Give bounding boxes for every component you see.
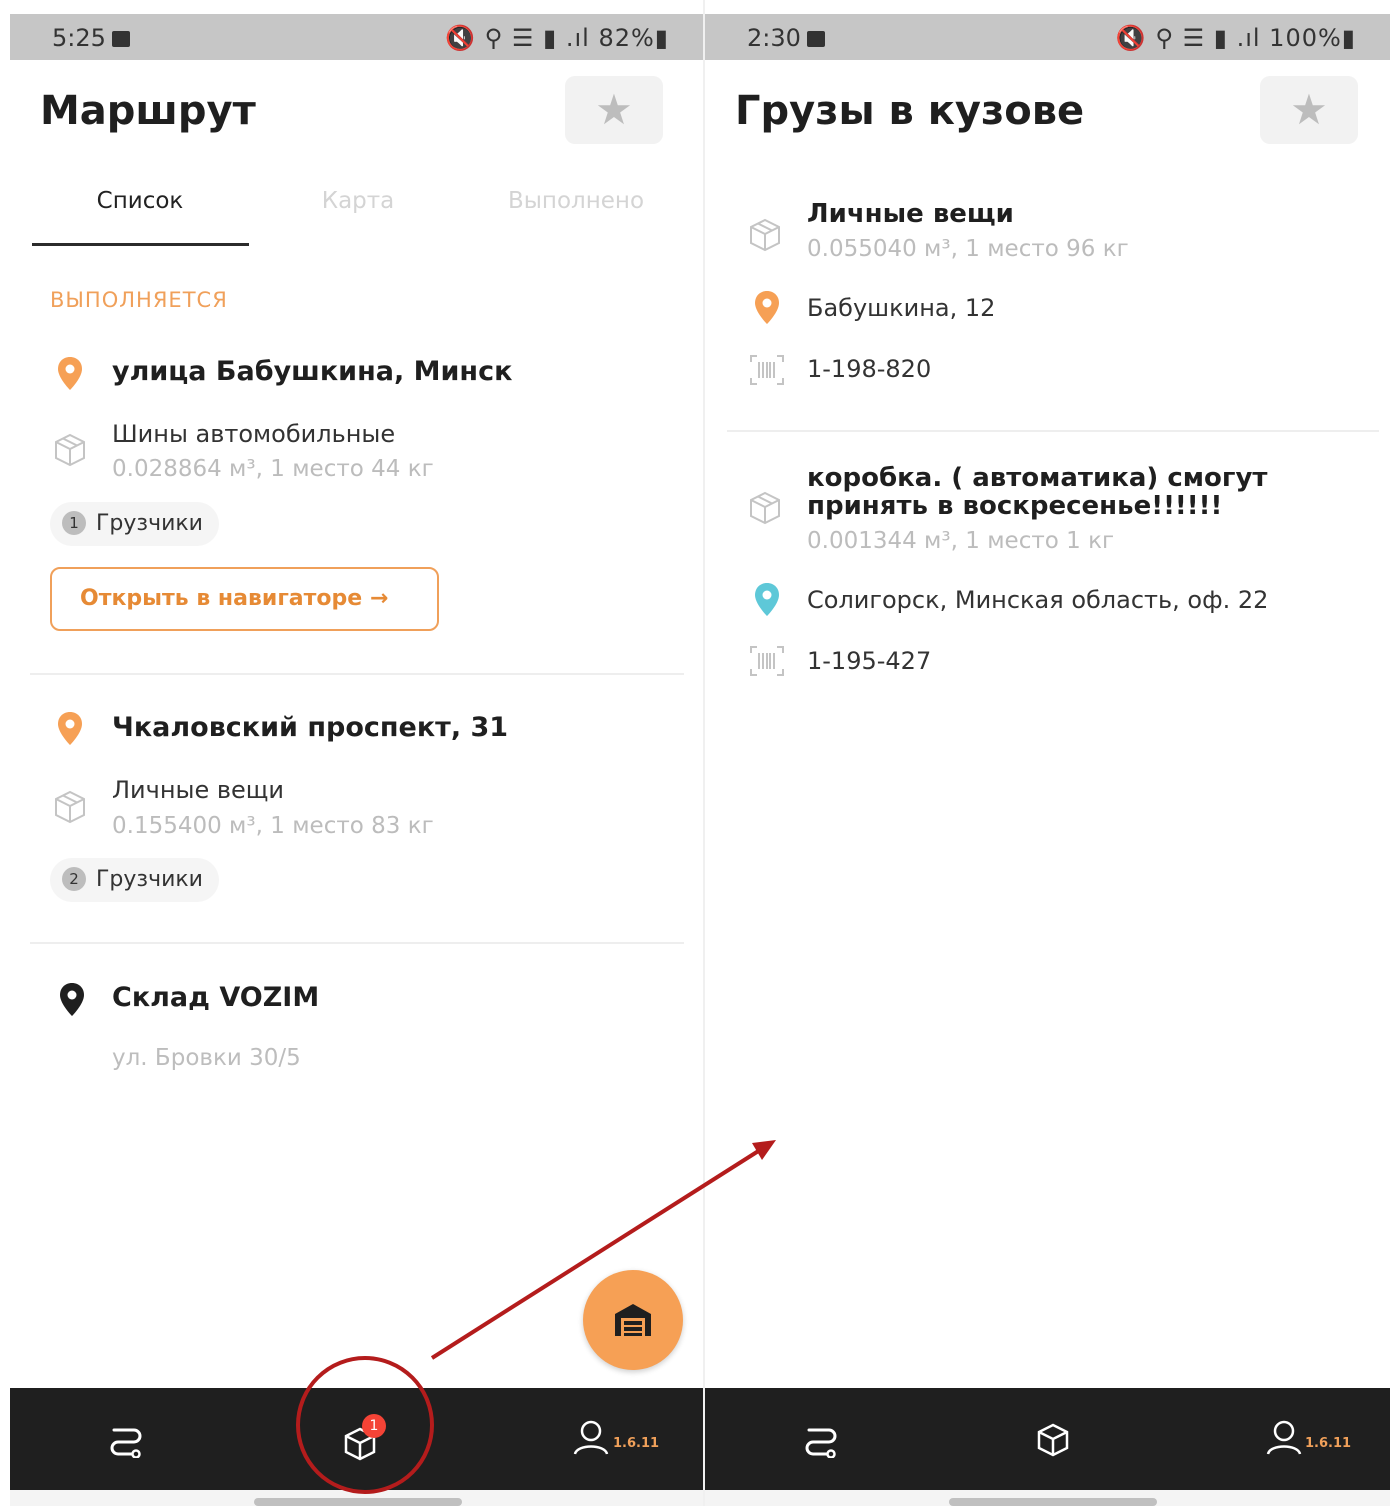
warehouse-title[interactable]: Склад VOZIM (112, 982, 319, 1013)
open-in-navigator-button[interactable]: Открыть в навигаторе → (50, 567, 439, 631)
app-version: 1.6.11 (613, 1436, 660, 1451)
warehouse-icon (615, 1304, 651, 1336)
app-version: 1.6.11 (1305, 1436, 1352, 1451)
cargo-nav-icon[interactable] (1035, 1422, 1071, 1458)
loaders-count: 2 (62, 867, 86, 891)
barcode-icon (750, 646, 784, 676)
location-pin-icon (755, 583, 779, 616)
divider (30, 673, 684, 675)
cargo-address: Солигорск, Минская область, оф. 22 (807, 586, 1269, 614)
route-screen: 5:25 🔇 ⚲ ☰ ▮ .ıl 82%▮ Маршрут ★ Список К… (10, 0, 703, 1506)
annotation-circle (296, 1356, 434, 1494)
bottom-navigation: 1.6.11 (705, 1388, 1390, 1490)
route-nav-icon[interactable] (801, 1422, 841, 1458)
warehouse-address: ул. Бровки 30/5 (112, 1045, 301, 1071)
home-indicator[interactable] (254, 1498, 462, 1506)
profile-nav-icon[interactable] (1265, 1418, 1303, 1456)
loaders-count: 1 (62, 511, 86, 535)
favorite-button[interactable]: ★ (565, 76, 663, 144)
loaders-chip: 2 Грузчики (50, 858, 219, 902)
cargo-address: Бабушкина, 12 (807, 294, 996, 322)
warehouse-fab-button[interactable] (583, 1270, 683, 1370)
status-bar: 5:25 🔇 ⚲ ☰ ▮ .ıl 82%▮ (10, 14, 703, 60)
package-icon (750, 218, 780, 252)
divider (30, 942, 684, 944)
tab-done[interactable]: Выполнено (468, 188, 684, 214)
cargo-meta: 0.055040 м³, 1 место 96 кг (807, 236, 1129, 262)
tab-map[interactable]: Карта (250, 188, 466, 214)
route-nav-icon[interactable] (106, 1422, 146, 1458)
status-indicators: 🔇 ⚲ ☰ ▮ .ıl 82%▮ (445, 24, 669, 52)
status-indicators: 🔇 ⚲ ☰ ▮ .ıl 100%▮ (1115, 24, 1356, 52)
location-pin-icon (58, 357, 82, 390)
star-icon: ★ (1290, 85, 1328, 134)
location-pin-icon (755, 291, 779, 324)
cargo-code: 1-198-820 (807, 355, 932, 383)
cargo-meta: 0.001344 м³, 1 место 1 кг (807, 528, 1115, 554)
favorite-button[interactable]: ★ (1260, 76, 1358, 144)
page-title: Маршрут (40, 88, 256, 134)
cargo-meta: 0.028864 м³, 1 место 44 кг (112, 456, 434, 482)
loaders-label: Грузчики (96, 867, 203, 892)
warehouse-pin-icon (60, 983, 84, 1016)
cargo-name[interactable]: Личные вещи (807, 200, 1014, 228)
cargo-code: 1-195-427 (807, 647, 932, 675)
status-time: 5:25 (52, 24, 106, 52)
cargo-name: Шины автомобильные (112, 420, 396, 448)
cargo-meta: 0.155400 м³, 1 место 83 кг (112, 813, 434, 839)
section-label-in-progress: ВЫПОЛНЯЕТСЯ (50, 288, 228, 312)
cargo-screen: 2:30 🔇 ⚲ ☰ ▮ .ıl 100%▮ Грузы в кузове ★ … (705, 0, 1390, 1506)
barcode-icon (750, 355, 784, 385)
loaders-label: Грузчики (96, 511, 203, 536)
location-pin-icon (58, 712, 82, 745)
tab-list[interactable]: Список (32, 188, 248, 214)
active-tab-indicator (32, 243, 249, 246)
page-title: Грузы в кузове (735, 88, 1085, 134)
package-icon (55, 433, 85, 467)
star-icon: ★ (595, 85, 633, 134)
image-notification-icon (111, 31, 130, 47)
divider (727, 430, 1379, 432)
image-notification-icon (806, 31, 825, 47)
loaders-chip: 1 Грузчики (50, 502, 219, 546)
home-indicator[interactable] (949, 1498, 1157, 1506)
stop-address-title[interactable]: улица Бабушкина, Минск (112, 356, 512, 387)
status-time: 2:30 (747, 24, 801, 52)
profile-nav-icon[interactable] (572, 1418, 610, 1456)
stop-address-title[interactable]: Чкаловский проспект, 31 (112, 712, 508, 743)
cargo-name-line1[interactable]: коробка. ( автоматика) смогут (807, 464, 1267, 492)
cargo-name-line2[interactable]: принять в воскресенье!!!!!! (807, 492, 1222, 520)
cargo-name: Личные вещи (112, 776, 284, 804)
status-bar: 2:30 🔇 ⚲ ☰ ▮ .ıl 100%▮ (705, 14, 1390, 60)
package-icon (750, 491, 780, 525)
package-icon (55, 790, 85, 824)
